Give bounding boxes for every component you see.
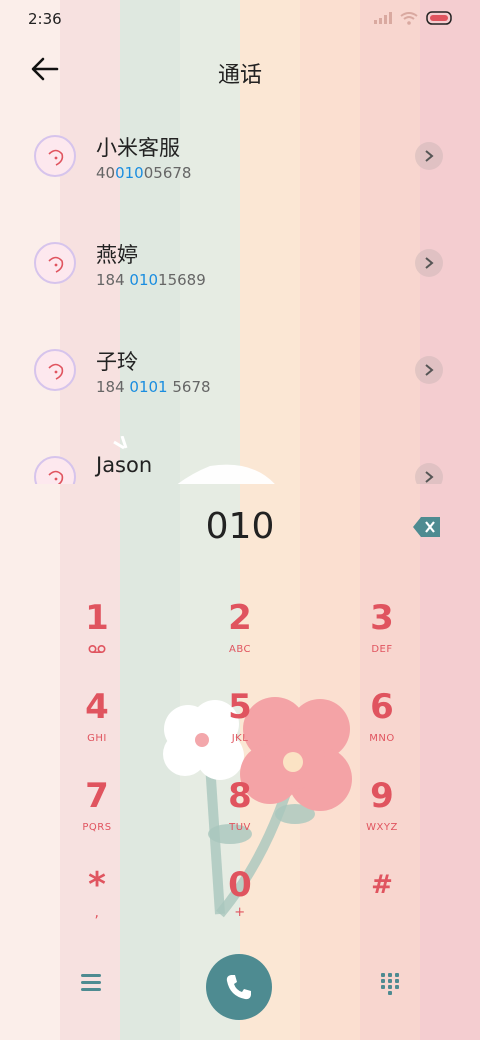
key-hash[interactable]: # bbox=[322, 865, 442, 945]
dialpad: 010 1 2 ABC 3 DEF 4 GHI 5 JKL 6 MNO 7 PQ… bbox=[0, 484, 480, 1040]
status-time: 2:36 bbox=[28, 10, 62, 28]
wifi-icon bbox=[400, 11, 418, 25]
signal-icon bbox=[374, 12, 392, 24]
avatar bbox=[34, 135, 76, 177]
contact-detail-button[interactable] bbox=[415, 463, 443, 484]
contact-detail-button[interactable] bbox=[415, 356, 443, 384]
contact-detail-button[interactable] bbox=[415, 142, 443, 170]
status-bar: 2:36 bbox=[0, 0, 480, 38]
header: 通话 bbox=[0, 48, 480, 92]
contact-number: 4001005678 bbox=[96, 164, 192, 182]
contact-name: 燕婷 bbox=[96, 243, 138, 267]
contact-avatar-icon bbox=[48, 363, 64, 380]
key-4[interactable]: 4 GHI bbox=[37, 687, 157, 767]
avatar bbox=[34, 242, 76, 284]
key-0[interactable]: 0 + bbox=[180, 865, 300, 945]
key-1[interactable]: 1 bbox=[37, 598, 157, 678]
key-5[interactable]: 5 JKL bbox=[180, 687, 300, 767]
chevron-right-icon bbox=[425, 364, 434, 376]
key-star[interactable]: * , bbox=[37, 865, 157, 945]
menu-icon[interactable] bbox=[80, 972, 102, 992]
chevron-right-icon bbox=[425, 471, 434, 483]
avatar bbox=[34, 349, 76, 391]
contact-avatar-icon bbox=[48, 470, 64, 484]
dialpad-icon[interactable] bbox=[380, 972, 400, 996]
call-button[interactable] bbox=[206, 954, 272, 1020]
contact-name: 小米客服 bbox=[96, 136, 180, 160]
avatar bbox=[34, 456, 76, 484]
contact-avatar-icon bbox=[48, 256, 64, 273]
key-6[interactable]: 6 MNO bbox=[322, 687, 442, 767]
contact-detail-button[interactable] bbox=[415, 249, 443, 277]
contact-name: 子玲 bbox=[96, 350, 138, 374]
list-item[interactable]: Jason bbox=[0, 427, 480, 484]
list-item[interactable]: 子玲 184 0101 5678 bbox=[0, 320, 480, 420]
key-2[interactable]: 2 ABC bbox=[180, 598, 300, 678]
dialed-number: 010 bbox=[205, 506, 275, 547]
page-title: 通话 bbox=[217, 63, 262, 88]
battery-icon bbox=[426, 11, 452, 25]
chevron-right-icon bbox=[425, 257, 434, 269]
key-7[interactable]: 7 PQRS bbox=[37, 776, 157, 856]
key-8[interactable]: 8 TUV bbox=[180, 776, 300, 856]
contact-avatar-icon bbox=[48, 149, 64, 166]
contact-name: Jason bbox=[96, 453, 153, 477]
chevron-right-icon bbox=[425, 150, 434, 162]
contact-number: 184 01015689 bbox=[96, 271, 206, 289]
backspace-icon[interactable] bbox=[412, 516, 442, 538]
phone-icon bbox=[226, 975, 251, 1000]
contact-number: 184 0101 5678 bbox=[96, 378, 211, 396]
list-item[interactable]: 燕婷 184 01015689 bbox=[0, 213, 480, 313]
contact-list[interactable]: 小米客服 4001005678 燕婷 184 01015689 子玲 184 0… bbox=[0, 106, 480, 484]
list-item[interactable]: 小米客服 4001005678 bbox=[0, 106, 480, 206]
key-9[interactable]: 9 WXYZ bbox=[322, 776, 442, 856]
key-3[interactable]: 3 DEF bbox=[322, 598, 442, 678]
voicemail-icon bbox=[88, 644, 106, 654]
